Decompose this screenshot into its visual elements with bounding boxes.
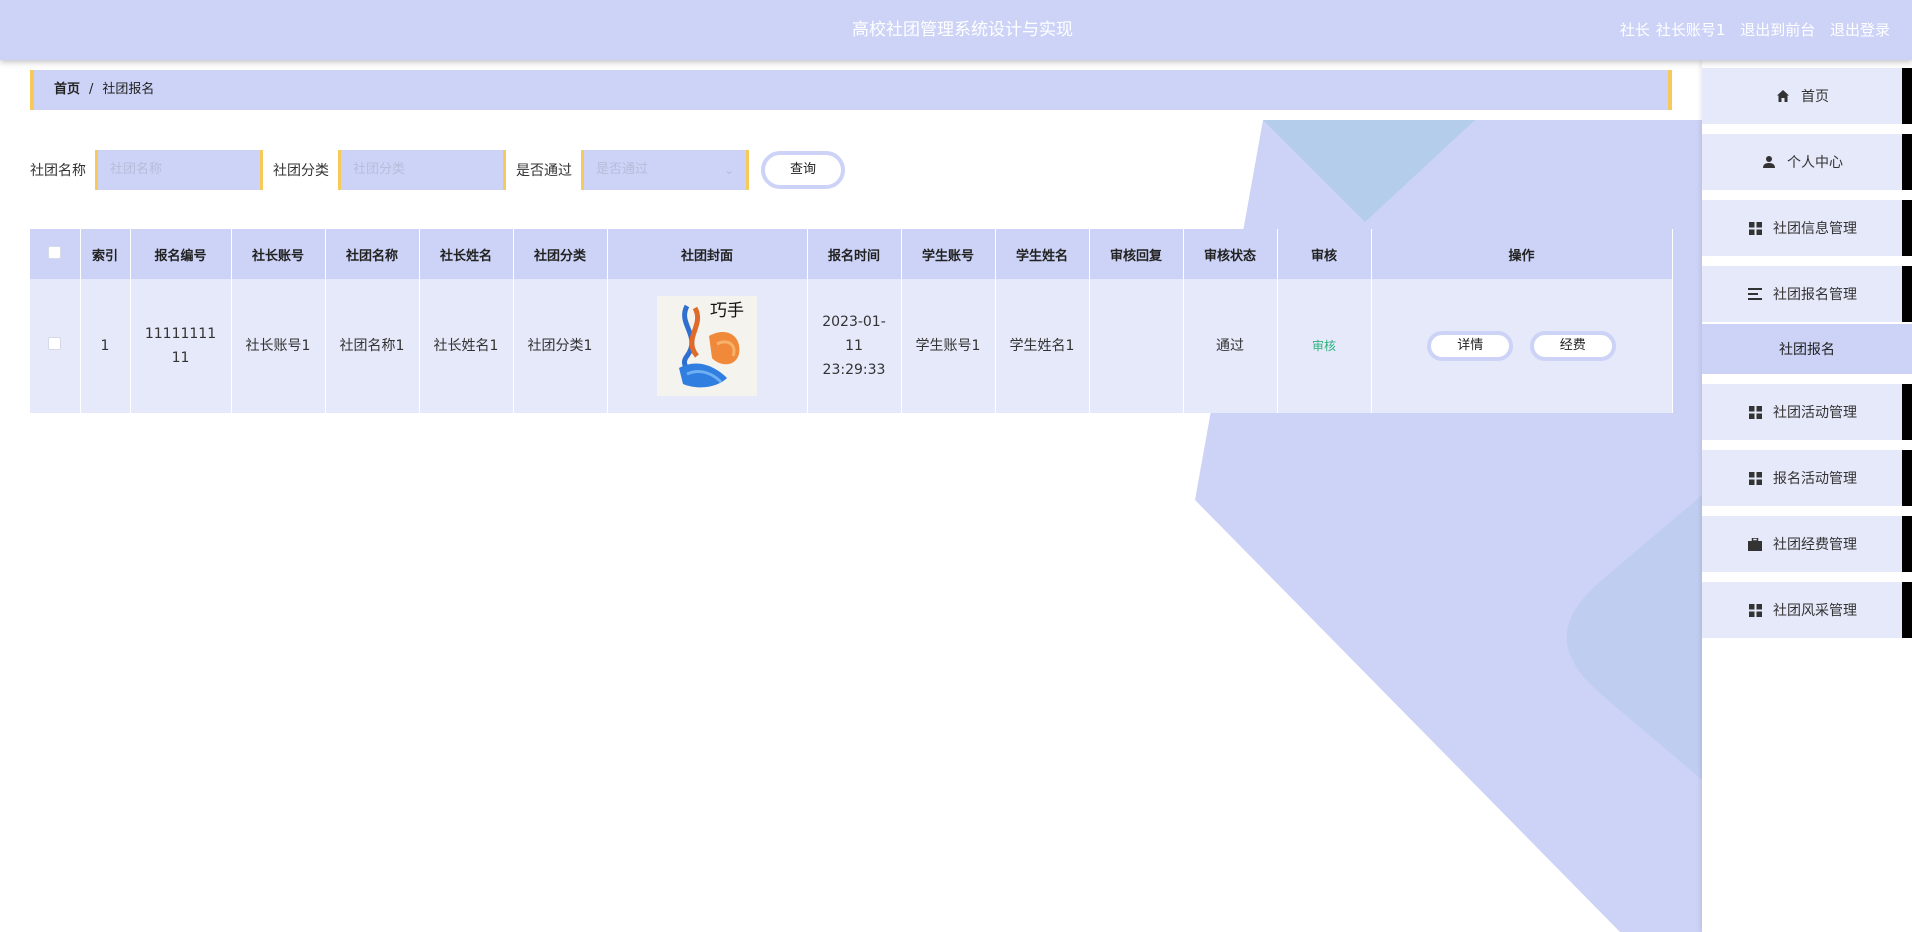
cell-student-name: 学生姓名1: [995, 279, 1090, 413]
cell-reg-time: 2023-01-11 23:29:33: [807, 279, 902, 413]
row-checkbox[interactable]: [48, 337, 62, 350]
user-account: 社长账号1: [1655, 21, 1726, 39]
grid-icon: [1747, 602, 1763, 618]
column-header: 学生姓名: [995, 229, 1090, 279]
sidebar-item-club-funds[interactable]: 社团经费管理: [1702, 516, 1912, 572]
detail-button[interactable]: 详情: [1427, 331, 1514, 361]
sidebar-item-club-info[interactable]: 社团信息管理: [1702, 200, 1912, 256]
sidebar-item-label: 报名活动管理: [1773, 471, 1857, 487]
column-header: 操作: [1371, 229, 1673, 279]
cell-reg-no: 1111111111: [130, 279, 232, 413]
user-area: 社长 社长账号1 退出到前台 退出登录: [1610, 0, 1890, 60]
column-header: 报名时间: [807, 229, 902, 279]
sidebar-item-label: 社团信息管理: [1773, 221, 1857, 237]
grid-icon: [1747, 404, 1763, 420]
sidebar-item-label: 社团风采管理: [1773, 603, 1857, 619]
grid-icon: [1747, 470, 1763, 486]
column-header: 社长账号: [231, 229, 326, 279]
cell-leader-name: 社长姓名1: [419, 279, 514, 413]
table-row: 1 1111111111 社长账号1 社团名称1 社长姓名1 社团分类1 巧手 …: [30, 279, 1673, 413]
registration-table: 索引 报名编号 社长账号 社团名称 社长姓名 社团分类 社团封面 报名时间 学生…: [30, 229, 1673, 413]
club-category-input[interactable]: 社团分类: [338, 150, 506, 190]
passed-select-placeholder: 是否通过: [596, 162, 649, 177]
sidebar-item-activity-registration[interactable]: 报名活动管理: [1702, 450, 1912, 506]
row-select-cell[interactable]: [30, 279, 81, 413]
cell-index: 1: [80, 279, 131, 413]
select-all-cell[interactable]: [30, 229, 81, 279]
passed-label: 是否通过: [516, 163, 572, 179]
grid-icon: [1747, 220, 1763, 236]
breadcrumb-current: 社团报名: [102, 82, 155, 97]
cell-actions: 详情 经费: [1371, 279, 1673, 413]
club-name-label: 社团名称: [30, 163, 86, 179]
cell-student-account: 学生账号1: [901, 279, 996, 413]
user-role: 社长: [1619, 21, 1650, 39]
column-header: 社团分类: [513, 229, 608, 279]
sidebar-item-label: 社团经费管理: [1773, 537, 1857, 553]
breadcrumb-home[interactable]: 首页: [54, 82, 80, 97]
breadcrumb-separator: /: [89, 82, 94, 97]
logout-link[interactable]: 退出登录: [1830, 21, 1890, 39]
club-category-label: 社团分类: [273, 163, 329, 179]
back-to-front-link[interactable]: 退出到前台: [1740, 21, 1815, 39]
sidebar: 首页 个人中心 社团信息管理 社团报名管理 社团报名 社团活动管理 报名活动管理…: [1702, 60, 1912, 932]
background-decoration: [1195, 120, 1702, 932]
cell-club-name: 社团名称1: [325, 279, 420, 413]
cell-review-status: 通过: [1183, 279, 1278, 413]
sidebar-item-label: 首页: [1801, 89, 1829, 105]
cell-review: 审核: [1277, 279, 1372, 413]
sidebar-item-label: 社团报名管理: [1773, 287, 1857, 303]
breadcrumb: 首页 / 社团报名: [30, 70, 1672, 110]
column-header: 社长姓名: [419, 229, 514, 279]
sidebar-item-club-showcase[interactable]: 社团风采管理: [1702, 582, 1912, 638]
home-icon: [1775, 88, 1791, 104]
chevron-down-icon: ⌄: [723, 163, 734, 177]
query-button[interactable]: 查询: [761, 151, 845, 189]
club-name-input[interactable]: 社团名称: [95, 150, 263, 190]
sidebar-item-home[interactable]: 首页: [1702, 68, 1912, 124]
list-icon: [1747, 286, 1763, 302]
main-content: 首页 / 社团报名 社团名称 社团名称 社团分类 社团分类 是否通过 是否通过 ⌄ …: [30, 70, 1673, 413]
column-header: 报名编号: [130, 229, 232, 279]
cell-leader-account: 社长账号1: [231, 279, 326, 413]
column-header: 社团名称: [325, 229, 420, 279]
sidebar-subitem-club-registration[interactable]: 社团报名: [1702, 324, 1912, 374]
user-icon: [1761, 154, 1777, 170]
club-cover-image[interactable]: 巧手: [657, 296, 757, 396]
column-header: 社团封面: [607, 229, 808, 279]
select-all-checkbox[interactable]: [48, 245, 62, 259]
cell-club-category: 社团分类1: [513, 279, 608, 413]
passed-select[interactable]: 是否通过 ⌄: [581, 150, 749, 190]
column-header: 审核: [1277, 229, 1372, 279]
sidebar-item-label: 个人中心: [1787, 155, 1843, 171]
column-header: 审核状态: [1183, 229, 1278, 279]
column-header: 索引: [80, 229, 131, 279]
top-bar: 高校社团管理系统设计与实现 社长 社长账号1 退出到前台 退出登录: [0, 0, 1912, 60]
cell-review-reply: [1089, 279, 1184, 413]
fee-button[interactable]: 经费: [1529, 331, 1616, 361]
column-header: 审核回复: [1089, 229, 1184, 279]
cover-logo-text: 巧手: [710, 301, 744, 321]
sidebar-item-personal-center[interactable]: 个人中心: [1702, 134, 1912, 190]
search-bar: 社团名称 社团名称 社团分类 社团分类 是否通过 是否通过 ⌄ 查询: [30, 150, 845, 190]
briefcase-icon: [1747, 536, 1763, 552]
column-header: 学生账号: [901, 229, 996, 279]
review-link[interactable]: 审核: [1312, 339, 1336, 353]
sidebar-item-club-activity[interactable]: 社团活动管理: [1702, 384, 1912, 440]
table-header-row: 索引 报名编号 社长账号 社团名称 社长姓名 社团分类 社团封面 报名时间 学生…: [30, 229, 1673, 279]
sidebar-item-club-registration[interactable]: 社团报名管理: [1702, 266, 1912, 322]
sidebar-item-label: 社团活动管理: [1773, 405, 1857, 421]
cell-cover: 巧手: [607, 279, 808, 413]
